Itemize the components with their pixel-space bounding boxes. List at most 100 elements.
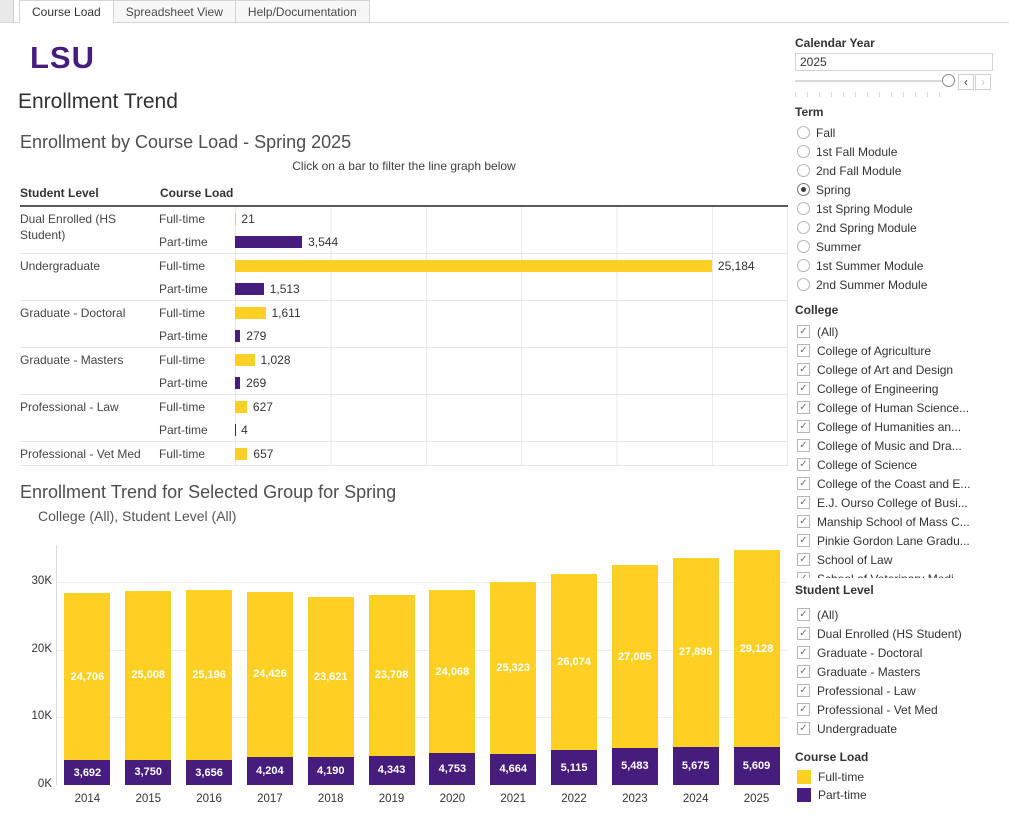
bar-part-time[interactable] [235,330,240,342]
part-time-segment[interactable]: 4,190 [308,757,354,785]
checkbox-option-college-of-humanities-an[interactable]: ✓College of Humanities an... [797,417,1007,436]
checkbox-option-college-of-engineering[interactable]: ✓College of Engineering [797,379,1007,398]
checkbox-option-e-j-ourso-college-of-busi[interactable]: ✓E.J. Ourso College of Busi... [797,493,1007,512]
checkbox-icon: ✓ [797,382,810,395]
stacked-bar-2020[interactable]: 24,0684,753 [429,590,475,785]
course-load-subrow: Part-time4 [159,418,788,441]
stacked-bar-2017[interactable]: 24,4264,204 [247,592,293,785]
tab-spreadsheet-view[interactable]: Spreadsheet View [113,0,236,22]
radio-option-summer[interactable]: Summer [797,237,1007,256]
radio-option-1st-spring-module[interactable]: 1st Spring Module [797,199,1007,218]
part-time-segment[interactable]: 4,753 [429,753,475,785]
bar-full-time[interactable] [235,448,247,460]
radio-label: 2nd Summer Module [816,278,927,292]
slider-track[interactable] [795,80,951,82]
radio-option-spring[interactable]: Spring [797,180,1007,199]
bar-full-time[interactable] [235,260,712,272]
checkbox-option-college-of-science[interactable]: ✓College of Science [797,455,1007,474]
stacked-bar-2022[interactable]: 26,0745,115 [551,574,597,785]
full-time-segment[interactable]: 24,426 [247,592,293,757]
part-time-segment[interactable]: 3,750 [125,760,171,785]
checkbox-option-all[interactable]: ✓(All) [797,322,1007,341]
part-time-segment[interactable]: 4,664 [490,754,536,786]
checkbox-option-professional-vet-med[interactable]: ✓Professional - Vet Med [797,700,1007,719]
stacked-bar-2014[interactable]: 24,7063,692 [64,593,110,785]
stacked-bar-2024[interactable]: 27,8965,675 [673,558,719,785]
radio-icon [797,259,810,272]
checkbox-option-school-of-veterinary-medi[interactable]: ✓School of Veterinary Medi... [797,569,1007,578]
slider-next-button[interactable]: › [975,74,991,90]
full-time-segment[interactable]: 23,621 [308,597,354,757]
radio-option-1st-fall-module[interactable]: 1st Fall Module [797,142,1007,161]
checkbox-option-professional-law[interactable]: ✓Professional - Law [797,681,1007,700]
part-time-segment[interactable]: 5,115 [551,750,597,785]
bar-part-time[interactable] [235,283,264,295]
calendar-year-input[interactable] [795,53,993,71]
bar-part-time[interactable] [235,377,240,389]
radio-option-2nd-fall-module[interactable]: 2nd Fall Module [797,161,1007,180]
column-header-student-level: Student Level [20,186,160,205]
full-time-segment[interactable]: 23,708 [369,595,415,755]
checkbox-option-college-of-the-coast-and-e[interactable]: ✓College of the Coast and E... [797,474,1007,493]
checkbox-option-college-of-art-and-design[interactable]: ✓College of Art and Design [797,360,1007,379]
full-time-segment[interactable]: 24,706 [64,593,110,760]
checkbox-option-graduate-doctoral[interactable]: ✓Graduate - Doctoral [797,643,1007,662]
checkbox-option-pinkie-gordon-lane-gradu[interactable]: ✓Pinkie Gordon Lane Gradu... [797,531,1007,550]
checkbox-option-college-of-agriculture[interactable]: ✓College of Agriculture [797,341,1007,360]
checkbox-option-all[interactable]: ✓(All) [797,605,1007,624]
full-time-segment[interactable]: 25,008 [125,591,171,760]
bar-cell: 1,611 [235,301,788,324]
radio-option-1st-summer-module[interactable]: 1st Summer Module [797,256,1007,275]
radio-option-2nd-summer-module[interactable]: 2nd Summer Module [797,275,1007,294]
part-time-segment[interactable]: 4,204 [247,757,293,785]
radio-icon [797,164,810,177]
course-load-cell: Part-time [159,329,235,343]
checkbox-option-graduate-masters[interactable]: ✓Graduate - Masters [797,662,1007,681]
checkbox-option-school-of-law[interactable]: ✓School of Law [797,550,1007,569]
legend-item-full-time[interactable]: Full-time [797,768,1007,786]
bar-full-time[interactable] [235,401,247,413]
legend-item-part-time[interactable]: Part-time [797,786,1007,804]
checkbox-option-college-of-human-science[interactable]: ✓College of Human Science... [797,398,1007,417]
stacked-bar-2019[interactable]: 23,7084,343 [369,595,415,785]
tab-strip-stub[interactable] [0,0,14,22]
radio-option-2nd-spring-module[interactable]: 2nd Spring Module [797,218,1007,237]
tab-help-documentation[interactable]: Help/Documentation [235,0,370,22]
bar-part-time[interactable] [235,236,302,248]
tab-course-load[interactable]: Course Load [19,0,114,22]
checkbox-option-dual-enrolled-hs-student[interactable]: ✓Dual Enrolled (HS Student) [797,624,1007,643]
part-time-segment[interactable]: 5,675 [673,747,719,785]
stacked-bar-2023[interactable]: 27,0055,483 [612,565,658,785]
full-time-segment[interactable]: 24,068 [429,590,475,753]
slider-prev-button[interactable]: ‹ [958,74,974,90]
full-time-value-label: 25,196 [192,669,226,681]
stacked-bar-2021[interactable]: 25,3234,664 [490,582,536,785]
stacked-bar-2015[interactable]: 25,0083,750 [125,591,171,785]
stacked-bar-2016[interactable]: 25,196 3,656 [186,590,232,785]
bar-full-time[interactable] [235,307,266,319]
checkbox-label: Professional - Law [817,684,916,698]
full-time-segment[interactable]: 27,005 [612,565,658,748]
checkbox-option-manship-school-of-mass-c[interactable]: ✓Manship School of Mass C... [797,512,1007,531]
full-time-segment[interactable]: 29,128 [734,550,780,747]
full-time-segment[interactable]: 27,896 [673,558,719,747]
checkbox-option-undergraduate[interactable]: ✓Undergraduate [797,719,1007,738]
bar-value-label: 1,513 [270,282,300,296]
stacked-bar-2018[interactable]: 23,6214,190 [308,597,354,785]
radio-option-fall[interactable]: Fall [797,123,1007,142]
radio-label: 1st Fall Module [816,145,897,159]
bar-full-time[interactable] [235,354,255,366]
part-time-segment[interactable]: 3,656 [186,760,232,785]
full-time-segment[interactable]: 26,074 [551,574,597,750]
full-time-segment[interactable]: 25,323 [490,582,536,753]
part-time-segment[interactable]: 3,692 [64,760,110,785]
stacked-bar-2025[interactable]: 29,1285,609 [734,550,780,785]
full-time-segment[interactable]: 25,196 [186,590,232,760]
part-time-segment[interactable]: 5,483 [612,748,658,785]
checkbox-option-college-of-music-and-dra[interactable]: ✓College of Music and Dra... [797,436,1007,455]
part-time-segment[interactable]: 5,609 [734,747,780,785]
radio-icon [797,183,810,196]
course-load-subrow: Part-time269 [159,371,788,394]
part-time-segment[interactable]: 4,343 [369,756,415,785]
slider-handle[interactable] [942,74,955,87]
